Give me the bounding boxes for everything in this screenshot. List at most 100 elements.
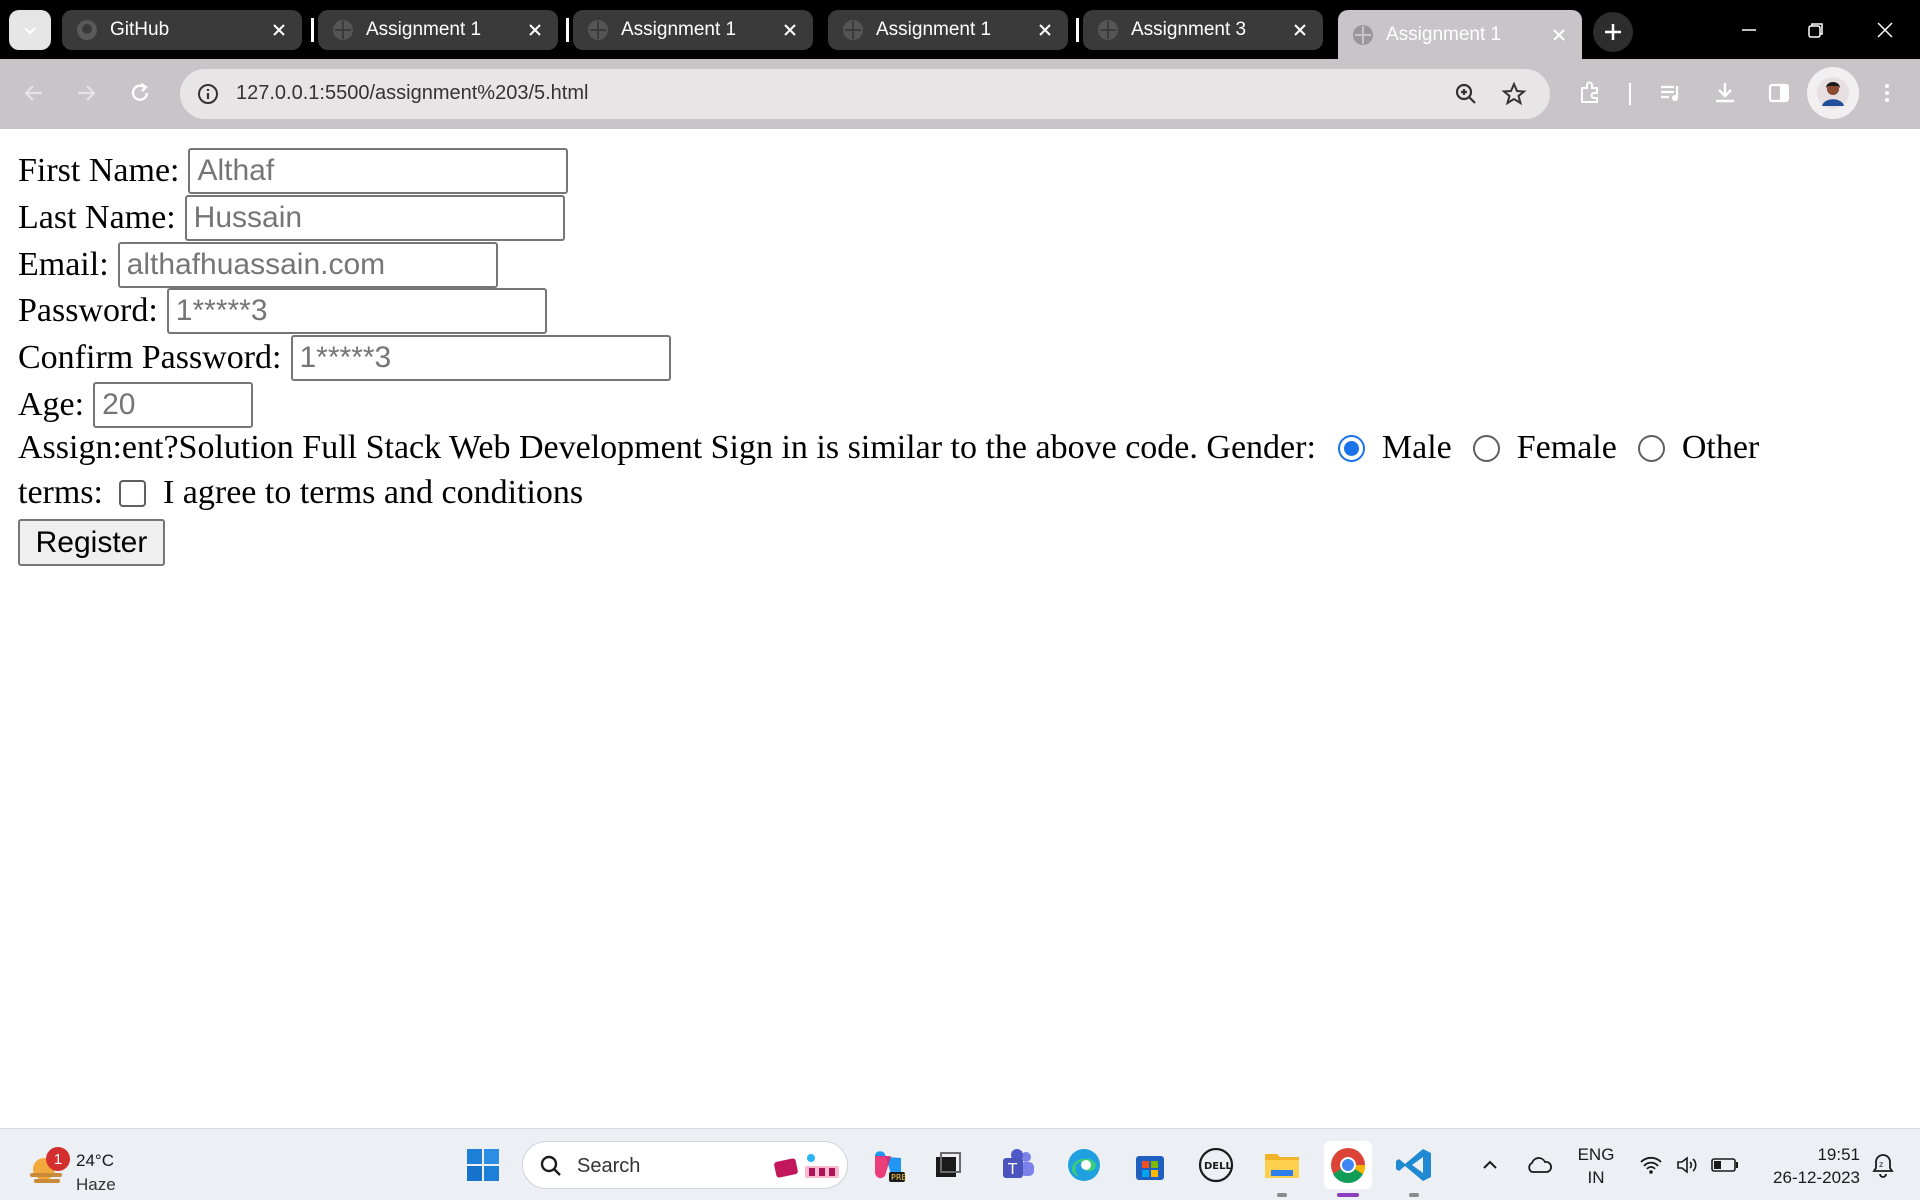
system-clock[interactable]: 19:51 26-12-2023 (1748, 1143, 1860, 1189)
tab-assignment[interactable]: Assignment 1 (318, 10, 558, 50)
extensions-button[interactable] (1572, 75, 1608, 111)
close-icon[interactable] (1036, 21, 1054, 39)
forward-button[interactable] (68, 75, 104, 111)
search-highlight-icon (774, 1154, 839, 1178)
close-icon[interactable] (526, 21, 544, 39)
back-button[interactable] (16, 75, 52, 111)
zoom-icon[interactable] (1448, 76, 1484, 112)
search-icon (540, 1155, 561, 1176)
first-name-label: First Name: (18, 152, 180, 189)
age-input[interactable]: 20 (93, 382, 254, 428)
reload-button[interactable] (122, 75, 158, 111)
weather-temp: 24°C (76, 1151, 114, 1170)
store-button[interactable] (1126, 1141, 1174, 1189)
terms-checkbox[interactable] (118, 479, 146, 507)
dell-button[interactable]: DELL (1192, 1141, 1240, 1189)
last-name-label: Last Name: (18, 199, 176, 236)
tab-separator (1076, 18, 1079, 42)
globe-icon (588, 20, 608, 40)
language-region: IN (1587, 1168, 1605, 1187)
new-tab-button[interactable] (1593, 12, 1633, 52)
bookmark-star-icon[interactable] (1496, 76, 1532, 112)
weather-widget[interactable]: 1 24°C Haze (26, 1139, 126, 1194)
cloud-icon (1528, 1157, 1552, 1173)
file-explorer-icon (1265, 1154, 1299, 1178)
media-button[interactable] (1653, 75, 1689, 111)
notifications-button[interactable]: z (1866, 1129, 1900, 1201)
gender-other-radio[interactable] (1637, 434, 1665, 462)
last-name-input[interactable]: Hussain (184, 195, 565, 241)
onedrive-button[interactable] (1520, 1129, 1558, 1201)
taskbar: 1 24°C Haze Search PRE T DELL ENG IN 19:… (0, 1128, 1920, 1200)
tab-title: Assignment 1 (876, 19, 992, 40)
teams-icon: T (1003, 1149, 1034, 1178)
confirm-password-input[interactable]: 1*****3 (290, 335, 671, 381)
side-panel-button[interactable] (1761, 75, 1797, 111)
tab-assignment[interactable]: Assignment 1 (573, 10, 813, 50)
svg-text:z: z (1879, 1160, 1883, 1169)
age-row: Age: 20 (18, 382, 254, 428)
tab-separator (566, 18, 569, 42)
tab-github[interactable]: GitHub (62, 10, 302, 50)
chrome-button[interactable] (1324, 1141, 1372, 1189)
arrow-right-icon (78, 85, 96, 101)
tab-search-button[interactable] (9, 10, 51, 50)
terms-label: terms: (18, 474, 103, 511)
vscode-button[interactable] (1390, 1141, 1438, 1189)
close-icon[interactable] (781, 21, 799, 39)
volume-status[interactable] (1672, 1129, 1702, 1201)
arrow-left-icon (24, 85, 42, 101)
tab-assignment-active[interactable]: Assignment 1 (1338, 10, 1582, 59)
file-explorer-indicator (1277, 1193, 1287, 1197)
gender-male-radio[interactable] (1337, 434, 1365, 462)
password-input[interactable]: 1*****3 (166, 288, 547, 334)
gender-female-radio[interactable] (1472, 434, 1500, 462)
taskbar-search[interactable]: Search (522, 1141, 848, 1189)
globe-icon (1353, 24, 1373, 45)
tab-title: Assignment 1 (621, 19, 737, 40)
close-icon (1877, 22, 1893, 38)
address-bar[interactable]: 127.0.0.1:5500/assignment%203/5.html (180, 69, 1550, 119)
gender-male-label: Male (1381, 429, 1452, 466)
restore-button[interactable] (1793, 8, 1839, 52)
password-row: Password: 1*****3 (18, 288, 547, 334)
url-text[interactable]: 127.0.0.1:5500/assignment%203/5.html (236, 82, 588, 105)
weather-condition: Haze (76, 1175, 116, 1194)
file-explorer-button[interactable] (1258, 1141, 1306, 1189)
toolbar-divider (1629, 83, 1631, 105)
email-input[interactable]: althafhuassain.com (117, 242, 498, 288)
tab-assignment[interactable]: Assignment 1 (828, 10, 1068, 50)
tab-title: Assignment 3 (1131, 19, 1247, 40)
close-icon[interactable] (270, 21, 288, 39)
language-indicator[interactable]: ENG IN (1574, 1143, 1618, 1189)
tab-title: Assignment 1 (366, 19, 482, 40)
profile-avatar[interactable] (1807, 67, 1859, 119)
minimize-button[interactable] (1726, 8, 1772, 52)
windows-start-icon (467, 1149, 499, 1181)
close-icon[interactable] (1550, 26, 1568, 44)
first-name-input[interactable]: Althaf (188, 148, 569, 194)
close-window-button[interactable] (1862, 8, 1908, 52)
tab-assignment[interactable]: Assignment 3 (1083, 10, 1323, 50)
site-info-icon[interactable] (192, 78, 224, 110)
plus-icon (1605, 24, 1621, 40)
playlist-icon (1661, 85, 1679, 101)
globe-icon (1098, 20, 1118, 40)
show-hidden-icons-button[interactable] (1475, 1129, 1505, 1201)
restore-icon (1808, 23, 1823, 38)
menu-button[interactable] (1869, 75, 1905, 111)
downloads-button[interactable] (1707, 75, 1743, 111)
copilot-button[interactable]: PRE (864, 1141, 912, 1189)
task-view-button[interactable] (924, 1141, 972, 1189)
battery-icon (1711, 1158, 1738, 1172)
wifi-status[interactable] (1636, 1129, 1666, 1201)
globe-icon (843, 20, 863, 40)
battery-status[interactable] (1708, 1129, 1742, 1201)
teams-button[interactable]: T (994, 1141, 1042, 1189)
register-button[interactable]: Register (18, 519, 165, 566)
close-icon[interactable] (1291, 21, 1309, 39)
edge-icon (1068, 1149, 1100, 1181)
email-label: Email: (18, 246, 109, 283)
start-button[interactable] (459, 1141, 507, 1189)
edge-button[interactable] (1060, 1141, 1108, 1189)
